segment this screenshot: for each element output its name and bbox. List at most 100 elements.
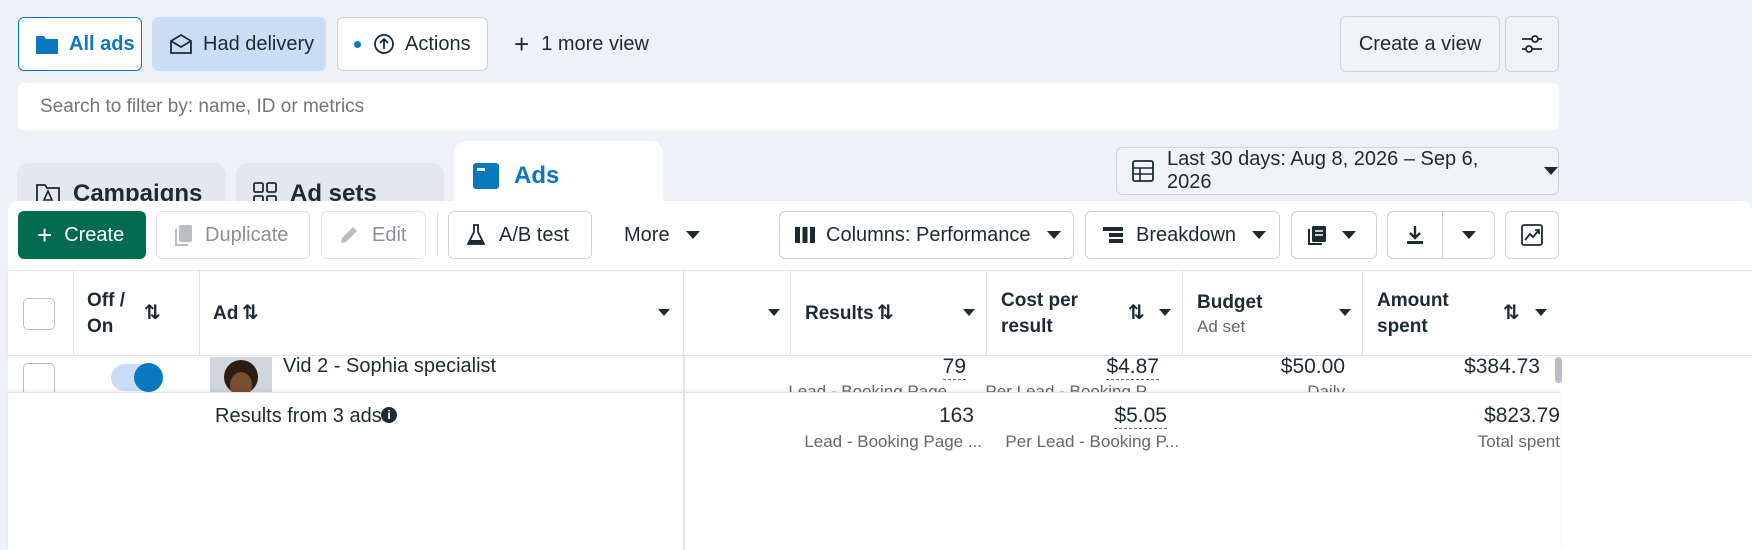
select-all-checkbox[interactable] (23, 298, 55, 330)
header-amount-spent[interactable]: Amount spent ⇅ (1363, 271, 1559, 355)
reports-button[interactable] (1291, 211, 1377, 259)
more-views-button[interactable]: + 1 more view (514, 30, 649, 58)
row-spent: $384.73 (1464, 356, 1540, 378)
split-divider (1442, 212, 1443, 258)
arrow-up-circle-icon (373, 33, 395, 55)
view-settings-button[interactable] (1505, 16, 1559, 72)
reports-icon (1306, 224, 1328, 246)
had-delivery-view-button[interactable]: Had delivery (152, 17, 326, 71)
chevron-down-icon[interactable] (658, 309, 670, 316)
more-views-label: 1 more view (541, 32, 649, 55)
chevron-down-icon (1252, 231, 1267, 239)
chevron-down-icon[interactable] (1535, 309, 1547, 316)
summary-spent: $823.79 (1484, 404, 1560, 427)
create-view-label: Create a view (1358, 32, 1482, 55)
summary-cost[interactable]: $5.05 (1114, 404, 1167, 429)
header-spent-line1: Amount (1377, 290, 1449, 311)
summary-row: Results from 3 ads i 163 Lead - Booking … (8, 392, 1560, 550)
sort-icon: ⇅ (1128, 302, 1145, 324)
toggle-knob (134, 363, 163, 392)
select-all-checkbox-cell (8, 271, 74, 355)
create-label: Create (64, 223, 125, 246)
row-budget-sub: Daily (1307, 382, 1345, 392)
calendar-table-icon (1131, 159, 1155, 183)
ad-window-icon (472, 162, 500, 190)
ad-name[interactable]: Vid 2 - Sophia specialist (283, 356, 496, 378)
columns-button[interactable]: Columns: Performance (779, 211, 1074, 259)
edit-button[interactable]: Edit (321, 211, 426, 259)
columns-label: Columns: Performance (826, 223, 1031, 246)
unsaved-dot (354, 40, 361, 48)
duplicate-label: Duplicate (205, 223, 289, 246)
header-off-on[interactable]: Off / On ⇅ (74, 271, 200, 355)
header-spent-line2: spent (1377, 316, 1428, 337)
all-ads-label: All ads (69, 32, 135, 55)
duplicate-icon (173, 223, 195, 247)
create-button[interactable]: + Create (18, 211, 146, 259)
header-results[interactable]: Results ⇅ (791, 271, 987, 355)
download-icon (1404, 224, 1426, 246)
row-budget: $50.00 (1280, 356, 1345, 378)
header-results-label: Results (805, 303, 874, 324)
summary-cost-sub: Per Lead - Booking P... (1005, 432, 1179, 451)
ad-thumbnail (210, 357, 272, 392)
chevron-down-icon[interactable] (963, 309, 975, 316)
header-off-on-line2: On (87, 316, 114, 337)
chevron-down-icon[interactable] (1159, 309, 1171, 316)
all-ads-view-button[interactable]: All ads (18, 17, 142, 71)
row-results[interactable]: 79 (942, 356, 966, 380)
create-view-button[interactable]: Create a view (1340, 16, 1500, 72)
header-hidden-column[interactable] (684, 271, 791, 355)
charts-button[interactable] (1505, 211, 1559, 259)
header-budget-sub: Ad set (1197, 317, 1246, 336)
breakdown-label: Breakdown (1136, 223, 1237, 246)
ab-test-button[interactable]: A/B test (448, 211, 592, 259)
edit-label: Edit (372, 223, 407, 246)
export-button[interactable] (1387, 211, 1495, 259)
sort-icon: ⇅ (1503, 302, 1520, 324)
header-ad-label: Ad (213, 303, 239, 324)
date-range-picker[interactable]: Last 30 days: Aug 8, 2026 – Sep 6, 2026 (1116, 147, 1559, 195)
header-ad[interactable]: Ad ⇅ (200, 271, 684, 355)
chevron-down-icon (685, 231, 700, 239)
row-checkbox[interactable] (23, 363, 55, 392)
header-off-on-line1: Off / (87, 290, 125, 311)
table-row[interactable]: Vid 2 - Sophia specialist 79 Lead - Book… (8, 356, 1752, 392)
chevron-down-icon[interactable] (768, 309, 780, 316)
sort-icon: ⇅ (144, 302, 161, 324)
actions-view-button[interactable]: Actions (337, 17, 488, 71)
chevron-down-icon[interactable] (1462, 231, 1476, 239)
toolbar-divider (437, 213, 438, 257)
sliders-icon (1520, 33, 1544, 55)
chevron-down-icon (1342, 231, 1356, 239)
sort-icon: ⇅ (877, 302, 894, 324)
plus-icon: + (514, 29, 530, 59)
ab-test-label: A/B test (499, 223, 570, 246)
search-input[interactable] (40, 95, 1440, 118)
summary-results: 163 (938, 404, 974, 427)
summary-label: Results from 3 ads (215, 405, 382, 427)
flask-icon (465, 223, 487, 247)
more-button[interactable]: More (624, 211, 700, 259)
duplicate-button[interactable]: Duplicate (156, 211, 310, 259)
had-delivery-label: Had delivery (203, 32, 315, 55)
search-bar[interactable] (18, 83, 1559, 130)
chevron-down-icon (1544, 167, 1558, 175)
row-results-sub: Lead - Booking Page ... (788, 382, 966, 392)
row-cost[interactable]: $4.87 (1106, 356, 1159, 380)
sort-icon: ⇅ (242, 302, 259, 324)
chevron-down-icon[interactable] (1339, 309, 1351, 316)
envelope-icon (169, 33, 193, 55)
header-budget[interactable]: Budget Ad set (1183, 271, 1363, 355)
header-cost-per-result[interactable]: Cost per result ⇅ (987, 271, 1183, 355)
header-cost-line2: result (1001, 316, 1053, 337)
plus-icon: + (37, 220, 53, 250)
pencil-icon (338, 224, 360, 246)
vertical-scrollbar[interactable] (1555, 357, 1562, 383)
breakdown-button[interactable]: Breakdown (1085, 211, 1280, 259)
info-icon[interactable]: i (381, 407, 397, 423)
trend-chart-icon (1520, 223, 1544, 247)
delivery-toggle[interactable] (111, 363, 163, 392)
summary-results-sub: Lead - Booking Page ... (804, 432, 982, 451)
more-label: More (624, 223, 670, 246)
